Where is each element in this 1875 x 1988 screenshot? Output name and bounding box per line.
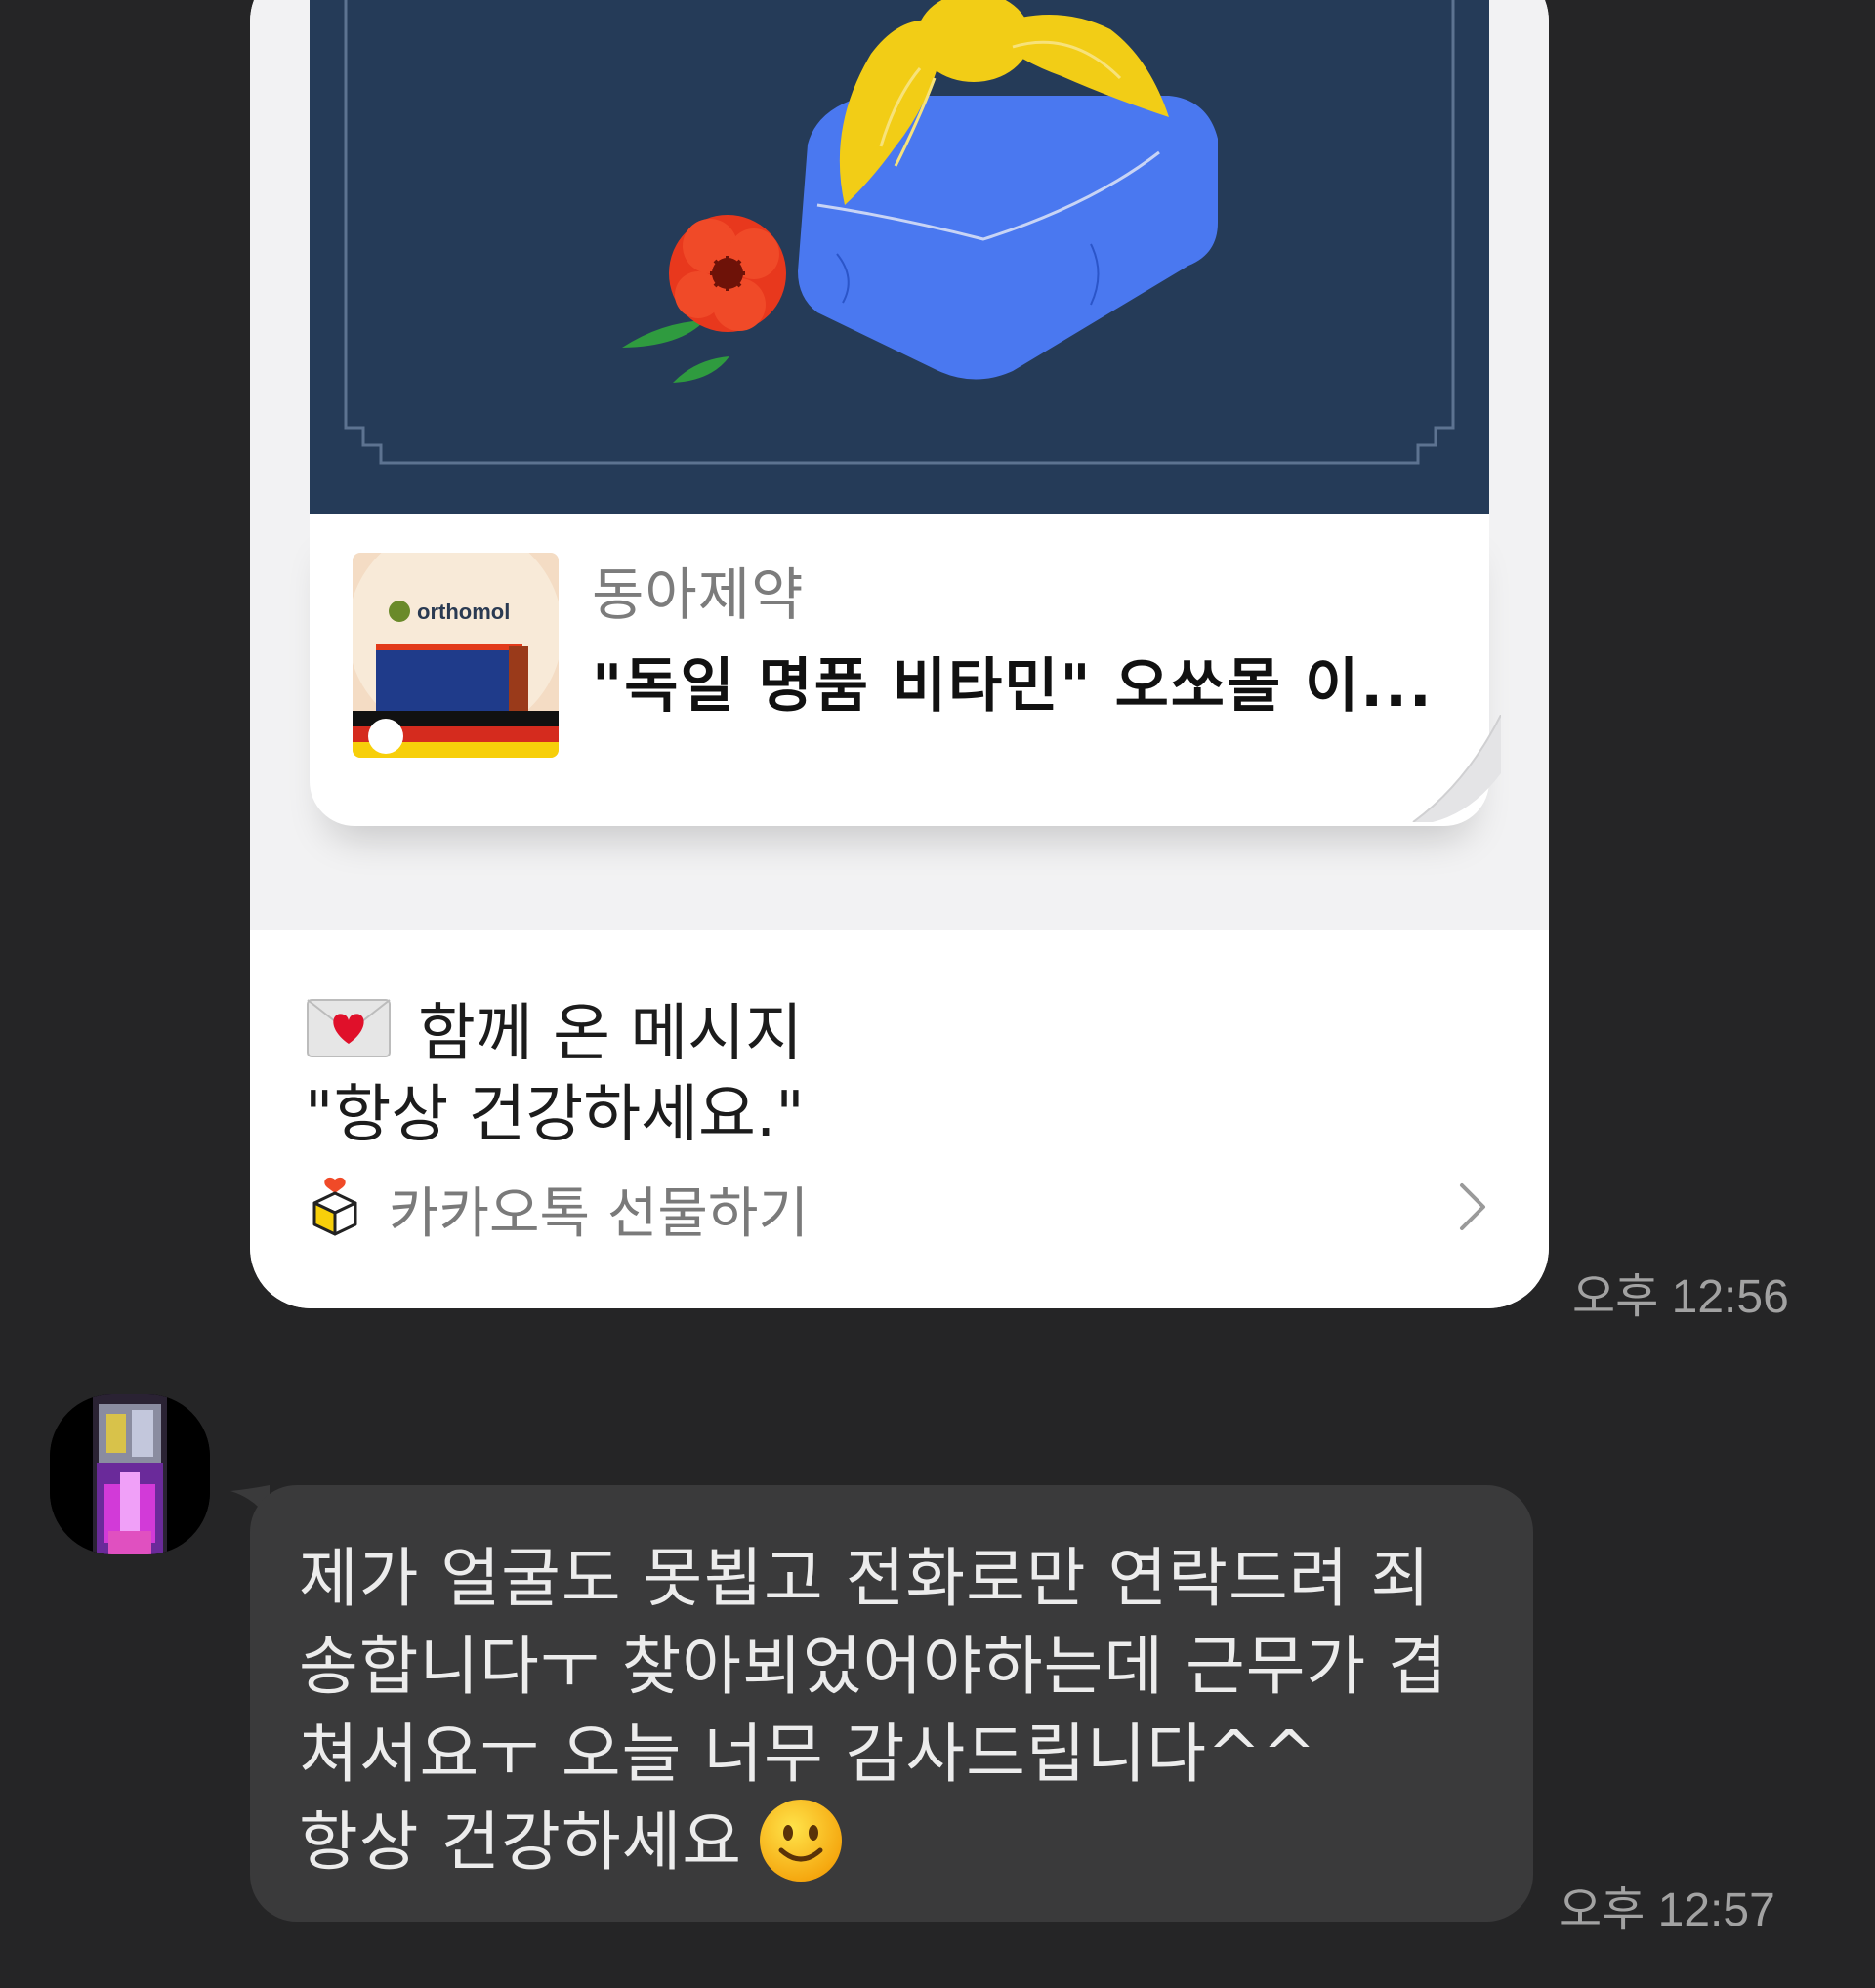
product-card[interactable]: orthomol 동아제약 "독일 명품 비타민" 오쏘몰 이... [310,514,1501,826]
message-line-text: 항상 건강하세요 [299,1804,743,1880]
kakaotalk-gift-label: 카카오톡 선물하기 [389,1182,809,1246]
product-title: "독일 명품 비타민" 오쏘몰 이... [592,652,1434,721]
orthomol-logo-text: orthomol [417,600,510,624]
love-letter-icon [307,999,391,1057]
message-line: 송합니다ㅜ 찾아뵈었어야하는데 근무가 겹 [299,1629,1448,1704]
gift-banner [310,0,1489,514]
gift-card-message[interactable]: orthomol 동아제약 "독일 명품 비타민" 오쏘몰 이... 함께 온 … [250,0,1549,1308]
sender-avatar[interactable] [50,1394,210,1554]
gift-box-icon [312,1177,357,1236]
page-curl-decoration [1412,715,1501,822]
brand-name: 동아제약 [592,561,805,628]
gift-visual-area: orthomol 동아제약 "독일 명품 비타민" 오쏘몰 이... [250,0,1549,930]
message-heading: 함께 온 메시지 [307,983,803,1073]
kakaotalk-gift-link[interactable]: 카카오톡 선물하기 [250,1156,1549,1263]
message-bubble[interactable]: 제가 얼굴도 못뵙고 전화로만 연락드려 죄 송합니다ㅜ 찾아뵈었어야하는데 근… [250,1485,1533,1922]
gift-message-text: "항상 건강하세요." [305,1079,805,1151]
bojagi-gift-illustration [344,0,1455,465]
message-heading-text: 함께 온 메시지 [418,998,803,1070]
gift-message-section: 함께 온 메시지 "항상 건강하세요." 카카오톡 선물하기 [250,930,1549,1308]
message-line: 제가 얼굴도 못뵙고 전화로만 연락드려 죄 [299,1541,1432,1616]
chat-screen: orthomol 동아제약 "독일 명품 비타민" 오쏘몰 이... 함께 온 … [0,0,1875,1988]
message-line: 쳐서요ㅜ 오늘 너무 감사드립니다^^ [299,1717,1317,1792]
product-thumbnail: orthomol [353,553,559,758]
message-line-last: 항상 건강하세요 [299,1790,844,1889]
message-timestamp: 오후 12:57 [1559,1884,1775,1936]
message-timestamp: 오후 12:56 [1572,1271,1789,1323]
chevron-right-icon [1460,1183,1485,1230]
smiling-face-icon [760,1799,843,1882]
